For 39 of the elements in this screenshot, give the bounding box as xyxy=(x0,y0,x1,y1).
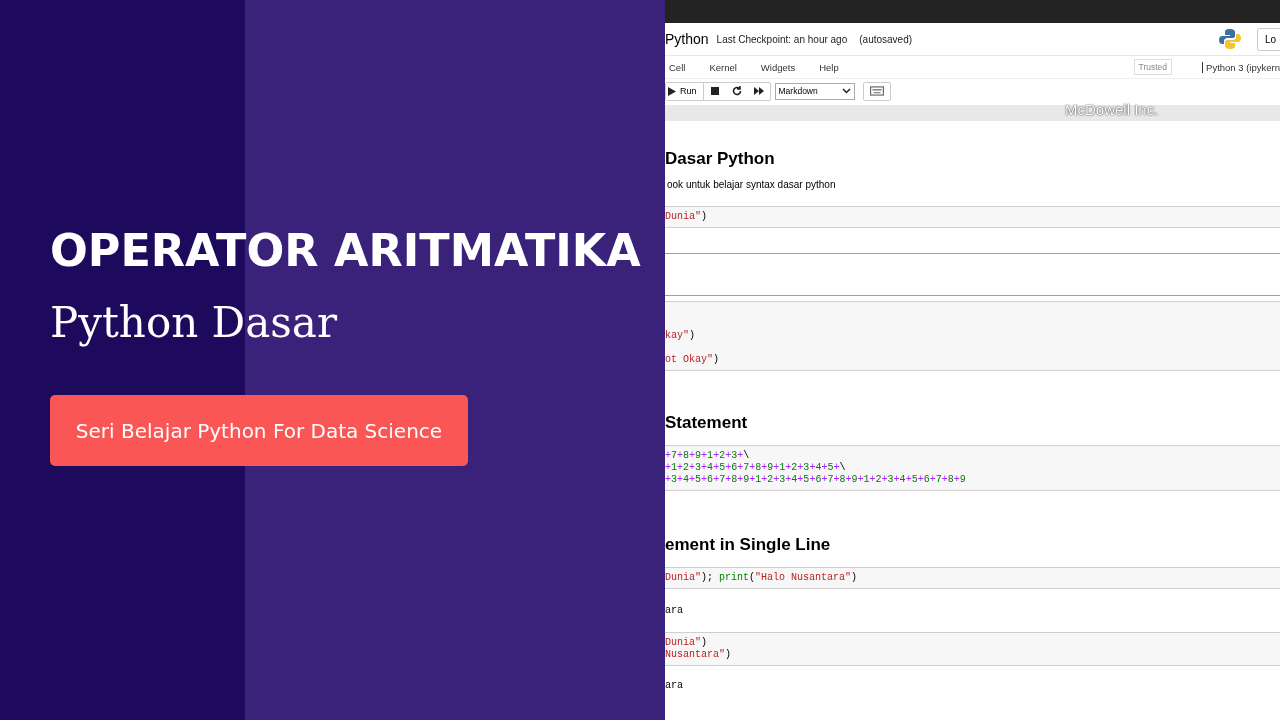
code-line: Nusantara") xyxy=(665,649,733,661)
heading: Dasar Python xyxy=(665,149,776,169)
code-line: +7+8+9+1+2+3+\ xyxy=(665,450,751,462)
menu-item[interactable]: Help xyxy=(817,61,853,73)
selected-cell[interactable] xyxy=(665,253,1280,296)
play-icon xyxy=(668,86,676,96)
brand-text: McDowell Inc. xyxy=(1065,101,1159,118)
paragraph: ook untuk belajar syntax dasar python xyxy=(666,179,837,191)
code-input[interactable]: Dunia"); print("Halo Nusantara") xyxy=(665,567,1280,589)
code-input[interactable]: +7+8+9+1+2+3+\ +1+2+3+4+5+6+7+8+9+1+2+3+4+5+\ +3+4+5+6+7+8+9+1+2+3+4+5+6+7+8+9+1+2+3+4+5+6+7+8+9 xyxy=(665,445,1280,491)
heading: Statement xyxy=(665,413,749,433)
banner-subtitle: Python Dasar xyxy=(50,298,337,348)
code-input[interactable]: Dunia") Nusantara") xyxy=(665,632,1280,666)
code-line: Dunia") xyxy=(665,637,709,649)
python-logo-icon xyxy=(1218,28,1241,50)
heading: ement in Single Line xyxy=(665,535,832,555)
code-line: +3+4+5+6+7+8+9+1+2+3+4+5+6+7+8+9+1+2+3+4+5+6+7+8+9 xyxy=(665,474,967,486)
menu-item[interactable]: Widgets xyxy=(758,61,810,73)
menu-item[interactable]: Kernel xyxy=(707,61,751,73)
code-line: Dunia"); print("Halo Nusantara") xyxy=(665,572,859,584)
code-input[interactable]: Dunia") xyxy=(665,206,1280,228)
kernel-name[interactable]: Python 3 (ipykern xyxy=(1202,61,1280,73)
code-line: ot Okay") xyxy=(665,354,721,366)
output-line: ara xyxy=(665,605,684,617)
code-line: kay") xyxy=(665,330,697,342)
login-button[interactable]: Lo xyxy=(1256,27,1280,51)
notebook-title[interactable]: Python xyxy=(665,31,709,47)
trusted-badge[interactable]: Trusted xyxy=(1133,59,1173,75)
cell-type-dropdown[interactable]: Markdown xyxy=(774,82,855,100)
output-line: ara xyxy=(665,680,684,692)
code-line: +1+2+3+4+5+6+7+8+9+1+2+3+4+5+\ xyxy=(665,462,847,474)
autosave-status: (autosaved) xyxy=(859,33,913,45)
caret-icon xyxy=(841,88,851,94)
banner-title: OPERATOR ARITMATIKA xyxy=(50,224,641,278)
code-input[interactable]: kay") ot Okay") xyxy=(665,301,1280,371)
run-button[interactable]: Run xyxy=(666,82,704,100)
menu-item[interactable]: Cell xyxy=(667,61,700,73)
checkpoint-text: Last Checkpoint: an hour ago xyxy=(716,33,848,45)
code-line: Dunia") xyxy=(665,211,709,223)
